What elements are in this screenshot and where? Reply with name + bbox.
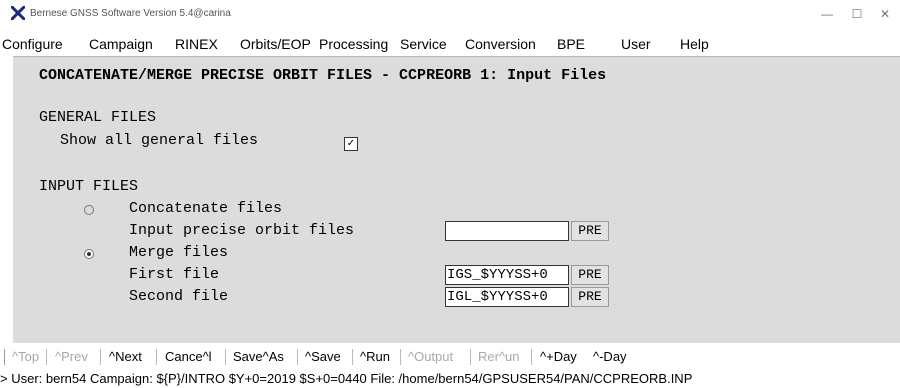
input-precise-orbit-files-pre-button[interactable]: PRE (571, 221, 609, 241)
toolbar-divider (531, 349, 532, 365)
input-files-panel: CONCATENATE/MERGE PRECISE ORBIT FILES - … (13, 56, 900, 343)
second-file-label: Second file (129, 288, 229, 305)
minus-day-button[interactable]: ^-Day (593, 349, 627, 364)
second-file-field[interactable]: IGL_$YYYSS+0 (445, 287, 569, 307)
menu-bar: Configure Campaign RINEX Orbits/EOP Proc… (0, 34, 900, 54)
plus-day-button[interactable]: ^+Day (540, 349, 577, 364)
menu-orbits-eop[interactable]: Orbits/EOP (240, 36, 311, 52)
close-button[interactable]: ✕ (870, 4, 900, 24)
menu-service[interactable]: Service (400, 36, 447, 52)
bernese-app-icon (11, 6, 25, 20)
save-as-button[interactable]: Save^As (233, 349, 284, 364)
first-file-pre-button[interactable]: PRE (571, 265, 609, 285)
cancel-button[interactable]: Cance^l (165, 349, 212, 364)
panel-title: CONCATENATE/MERGE PRECISE ORBIT FILES - … (39, 67, 607, 84)
minimize-button[interactable]: — (812, 4, 842, 24)
menu-rinex[interactable]: RINEX (175, 36, 218, 52)
input-precise-orbit-files-label: Input precise orbit files (129, 222, 355, 239)
first-file-label: First file (129, 266, 220, 283)
menu-processing[interactable]: Processing (319, 36, 388, 52)
toolbar-divider (100, 349, 101, 365)
window-title-bar: Bernese GNSS Software Version 5.4@carina… (0, 0, 900, 30)
general-files-heading: GENERAL FILES (39, 109, 157, 126)
toolbar-divider (156, 349, 157, 365)
second-file-pre-button[interactable]: PRE (571, 287, 609, 307)
next-button[interactable]: ^Next (109, 349, 142, 364)
merge-files-radio[interactable] (84, 249, 94, 259)
input-files-heading: INPUT FILES (39, 178, 139, 195)
show-all-general-files-label: Show all general files (60, 132, 259, 149)
menu-user[interactable]: User (621, 36, 651, 52)
toolbar-divider (352, 349, 353, 365)
merge-files-label: Merge files (129, 244, 229, 261)
rerun-button[interactable]: Rer^un (478, 349, 520, 364)
menu-configure[interactable]: Configure (2, 36, 63, 52)
toolbar-divider (400, 349, 401, 365)
window-title: Bernese GNSS Software Version 5.4@carina (30, 8, 231, 19)
save-button[interactable]: ^Save (305, 349, 341, 364)
output-button[interactable]: ^Output (408, 349, 453, 364)
status-bar: > User: bern54 Campaign: ${P}/INTRO $Y+0… (0, 370, 900, 388)
toolbar-divider (470, 349, 471, 365)
status-text: > User: bern54 Campaign: ${P}/INTRO $Y+0… (0, 371, 693, 386)
menu-help[interactable]: Help (680, 36, 709, 52)
navigation-toolbar: ^Top ^Prev ^Next Cance^l Save^As ^Save ^… (0, 346, 900, 370)
menu-bpe[interactable]: BPE (557, 36, 585, 52)
maximize-button[interactable]: ☐ (842, 4, 872, 24)
concatenate-files-radio[interactable] (84, 205, 94, 215)
toolbar-divider (225, 349, 226, 365)
top-button[interactable]: ^Top (12, 349, 39, 364)
prev-button[interactable]: ^Prev (55, 349, 88, 364)
toolbar-divider (297, 349, 298, 365)
menu-conversion[interactable]: Conversion (465, 36, 536, 52)
toolbar-divider (46, 349, 47, 365)
toolbar-grip (4, 349, 5, 365)
run-button[interactable]: ^Run (360, 349, 390, 364)
input-precise-orbit-files-field[interactable] (445, 221, 569, 241)
menu-campaign[interactable]: Campaign (89, 36, 153, 52)
show-all-general-files-checkbox[interactable]: ✓ (344, 137, 358, 151)
first-file-field[interactable]: IGS_$YYYSS+0 (445, 265, 569, 285)
concatenate-files-label: Concatenate files (129, 200, 283, 217)
